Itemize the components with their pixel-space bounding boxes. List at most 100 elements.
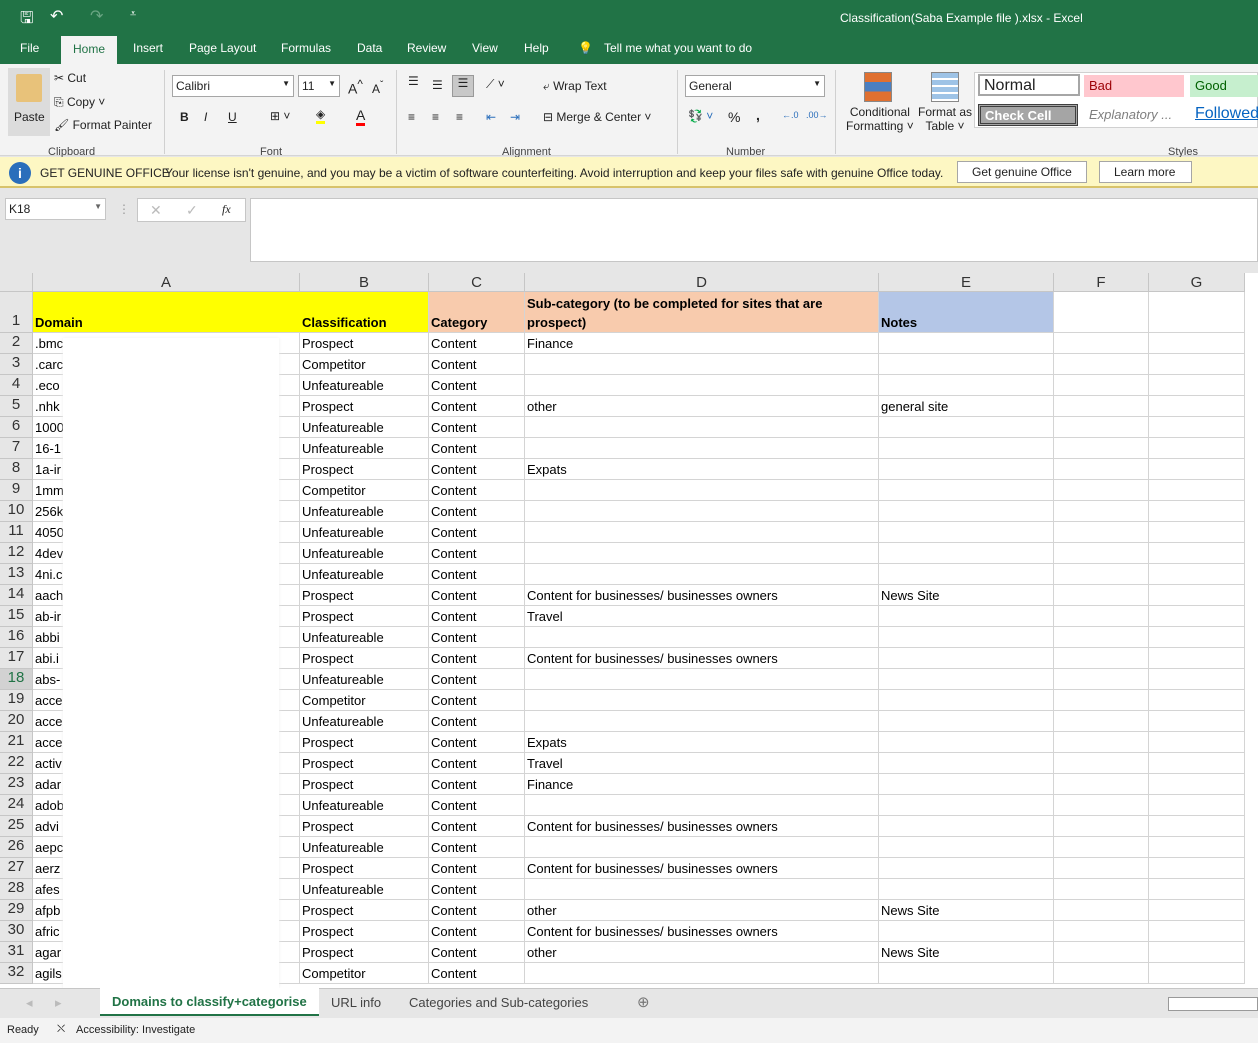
cell-notes[interactable] [879,963,1054,984]
row-header[interactable]: 16 [0,627,33,648]
tab-home[interactable]: Home [61,36,118,64]
cell-category[interactable]: Content [429,858,525,879]
cell[interactable] [1054,690,1149,711]
cell-category[interactable]: Content [429,375,525,396]
sheet-tab-url-info[interactable]: URL info [331,995,381,1010]
cell-category[interactable]: Content [429,396,525,417]
cell-classification[interactable]: Unfeatureable [300,669,429,690]
cell[interactable] [1054,963,1149,984]
decrease-decimal-icon[interactable]: .00→ [806,110,828,120]
cell-sub-category[interactable] [525,543,879,564]
cell-sub-category[interactable] [525,963,879,984]
cell-classification[interactable]: Prospect [300,774,429,795]
cell-category[interactable]: Content [429,690,525,711]
cell-notes[interactable] [879,501,1054,522]
fill-color-icon[interactable]: ◈ [316,107,326,124]
cell-category[interactable]: Content [429,921,525,942]
cell-category[interactable]: Content [429,480,525,501]
cell-category[interactable]: Content [429,333,525,354]
add-sheet-icon[interactable]: ⊕ [637,993,650,1011]
customize-toolbar-icon[interactable]: ⩡ [130,8,136,21]
cell[interactable] [1149,292,1245,333]
align-middle-icon[interactable]: ☰ [432,78,443,92]
cell-classification[interactable]: Prospect [300,606,429,627]
row-header[interactable]: 21 [0,732,33,753]
cell[interactable] [1054,795,1149,816]
row-header[interactable]: 29 [0,900,33,921]
cell-notes[interactable] [879,354,1054,375]
cell[interactable] [1054,606,1149,627]
align-top-icon[interactable]: ☰ [408,74,419,88]
cell-classification[interactable]: Unfeatureable [300,711,429,732]
cell-category[interactable]: Content [429,438,525,459]
increase-indent-icon[interactable]: ⇥ [510,110,520,124]
column-header-F[interactable]: F [1054,273,1149,292]
cell-sub-category[interactable]: other [525,942,879,963]
cell[interactable] [1149,648,1245,669]
cell[interactable] [1054,900,1149,921]
font-color-icon[interactable]: A [356,107,366,126]
cell-category[interactable]: Content [429,963,525,984]
orientation-icon[interactable]: ⟋ ˅ [486,77,505,92]
cell[interactable] [1149,396,1245,417]
cell-sub-category[interactable] [525,501,879,522]
row-header[interactable]: 5 [0,396,33,417]
cell-category[interactable]: Content [429,879,525,900]
row-header[interactable]: 7 [0,438,33,459]
row-header[interactable]: 18 [0,669,33,690]
cell-category[interactable]: Content [429,837,525,858]
cell-notes[interactable] [879,690,1054,711]
cell-classification[interactable]: Unfeatureable [300,522,429,543]
increase-decimal-icon[interactable]: ←.0 [782,110,799,120]
align-right-icon[interactable]: ≡ [456,110,463,124]
cell[interactable] [1149,480,1245,501]
cell[interactable] [1054,375,1149,396]
row-header[interactable]: 4 [0,375,33,396]
cell[interactable] [1054,480,1149,501]
cell-classification[interactable]: Unfeatureable [300,795,429,816]
cell-category[interactable]: Content [429,753,525,774]
save-icon[interactable]: 🖫 [20,7,34,34]
cell[interactable] [1149,459,1245,480]
cell[interactable] [1149,375,1245,396]
cell[interactable] [1054,564,1149,585]
cell-category[interactable]: Content [429,648,525,669]
align-left-icon[interactable]: ≡ [408,110,415,124]
row-header[interactable]: 12 [0,543,33,564]
row-header[interactable]: 19 [0,690,33,711]
style-explanatory[interactable]: Explanatory ... [1084,104,1184,126]
column-header-E[interactable]: E [879,273,1054,292]
cell-sub-category[interactable] [525,417,879,438]
tell-me-search[interactable]: Tell me what you want to do [604,41,752,55]
cell[interactable] [1149,522,1245,543]
cell[interactable] [1149,333,1245,354]
cell-classification[interactable]: Prospect [300,816,429,837]
cell[interactable] [1149,438,1245,459]
cell-notes[interactable] [879,417,1054,438]
cell-notes[interactable] [879,648,1054,669]
enter-icon[interactable]: ✓ [186,202,198,219]
cell-notes[interactable]: News Site [879,585,1054,606]
font-name-select[interactable]: Calibri ▼ [172,75,294,97]
cell-classification[interactable]: Unfeatureable [300,837,429,858]
cell-category[interactable]: Content [429,627,525,648]
cell-notes[interactable] [879,459,1054,480]
cell[interactable] [1054,816,1149,837]
cell[interactable] [1149,711,1245,732]
cell-notes[interactable] [879,606,1054,627]
cell-sub-category[interactable]: Content for businesses/ businesses owner… [525,816,879,837]
cell-sub-category[interactable] [525,627,879,648]
cell-category[interactable]: Content [429,774,525,795]
format-as-table-button[interactable]: Format as Table ˅ [918,105,972,133]
column-header-B[interactable]: B [300,273,429,292]
cell-sub-category[interactable] [525,438,879,459]
cell-classification[interactable]: Prospect [300,753,429,774]
cell[interactable] [1149,753,1245,774]
row-header[interactable]: 32 [0,963,33,984]
cell-notes[interactable]: News Site [879,900,1054,921]
tab-insert[interactable]: Insert [133,41,163,55]
cell-notes[interactable] [879,753,1054,774]
name-box[interactable]: K18 ▼ [5,198,106,220]
cell-classification[interactable]: Unfeatureable [300,879,429,900]
cell[interactable] [1054,627,1149,648]
